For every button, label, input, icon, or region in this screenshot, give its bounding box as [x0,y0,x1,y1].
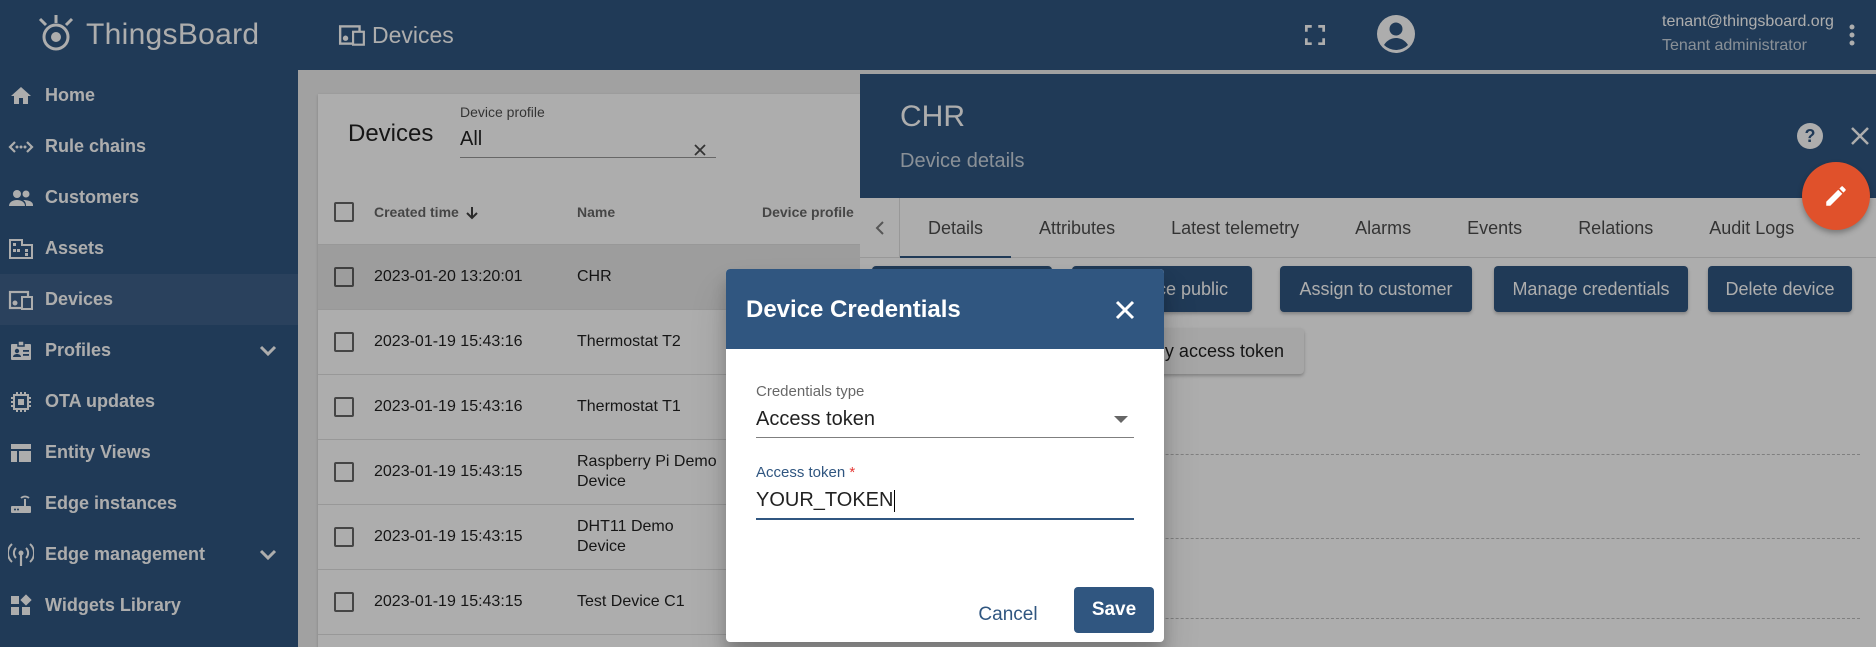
access-token-label: Access token * [756,464,1134,481]
edit-icon [1826,186,1846,206]
text-cursor [894,489,896,512]
access-token-input[interactable]: YOUR_TOKEN [756,489,1134,520]
required-marker: * [849,464,856,481]
save-button[interactable]: Save [1074,587,1154,633]
credentials-type-label: Credentials type [756,383,865,400]
access-token-value: YOUR_TOKEN [756,489,894,511]
dialog-title: Device Credentials [746,296,961,323]
access-token-field[interactable]: Access token * YOUR_TOKEN [756,464,1134,520]
dropdown-arrow-icon [1114,416,1128,423]
credentials-type-value[interactable]: Access token [756,408,1134,438]
credentials-type-select[interactable]: Credentials type Access token [756,383,1134,438]
cancel-button[interactable]: Cancel [968,593,1048,637]
dialog-header: Device Credentials [726,269,1164,349]
close-icon[interactable] [1114,299,1136,321]
access-token-label-text: Access token [756,464,846,481]
device-credentials-dialog: Device Credentials Credentials type Acce… [726,269,1164,642]
edit-fab-button[interactable] [1802,162,1870,230]
